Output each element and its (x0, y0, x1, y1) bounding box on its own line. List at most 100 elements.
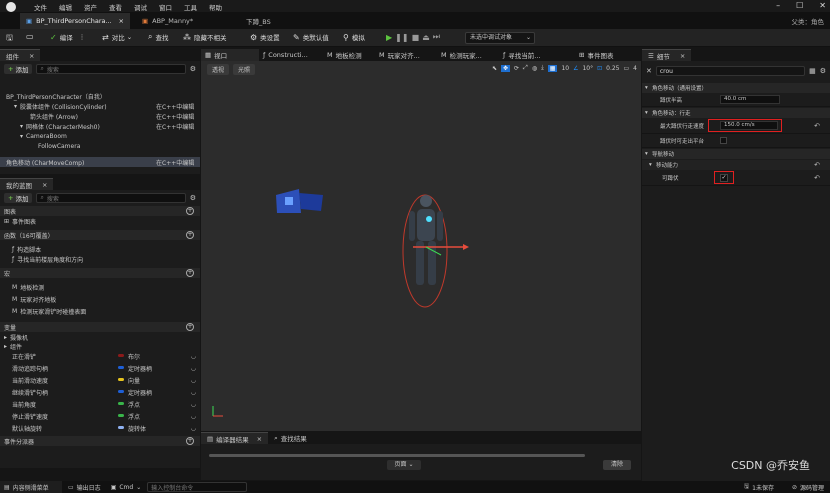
section-event-dispatchers[interactable]: 事件分派器 + (0, 436, 200, 446)
menu-view[interactable]: 查看 (109, 2, 122, 12)
tab-abp-manny[interactable]: ▣ ABP_Manny* (136, 13, 231, 29)
tab-bp-thirdperson[interactable]: ▣ BP_ThirdPersonChara... × (20, 13, 130, 29)
visibility-eye-icon[interactable]: ◡ (191, 365, 196, 372)
viewport[interactable]: 透视 光照 ⬉ ✥ ⟳ ⤢ ◍ ⤓ ▦ 10 ∠ 10° ⊡ 0.25 ▭ 4 (201, 61, 641, 431)
variable-row[interactable]: 继续滑铲句柄 定时器柄 ◡ (0, 386, 200, 398)
edit-in-cpp-link[interactable]: 在C++中编辑 (156, 102, 194, 111)
list-item-event-graph[interactable]: ⊞ 事件图表 (0, 216, 200, 226)
tree-item-cameraboom[interactable]: ▾ CameraBoom (0, 131, 200, 141)
add-variable-icon[interactable]: + (186, 323, 194, 331)
tree-item-mesh[interactable]: ▾ 网格体 (CharacterMesh0) 在C++中编辑 (0, 121, 200, 131)
menu-asset[interactable]: 资产 (84, 2, 97, 12)
variable-row[interactable]: 滑动追踪句柄 定时器柄 ◡ (0, 362, 200, 374)
diff-button[interactable]: ⇄ 对比 ⌄ (102, 32, 132, 43)
variable-row[interactable]: 当前滑动速度 向量 ◡ (0, 374, 200, 386)
tab-find-results[interactable]: ⌕ 查找结果 (268, 433, 307, 444)
menu-file[interactable]: 文件 (34, 2, 47, 12)
tab-find-current[interactable]: ƒ 寻找当前... (503, 49, 541, 61)
results-scrollbar[interactable] (209, 454, 585, 457)
tree-item-root[interactable]: BP_ThirdPersonCharacter（自我） (0, 91, 200, 101)
close-icon[interactable]: × (29, 52, 34, 60)
class-settings-button[interactable]: ⚙ 类设置 (250, 32, 280, 43)
visibility-eye-icon[interactable]: ◡ (191, 413, 196, 420)
eject-icon[interactable]: ⏏ (422, 33, 430, 42)
section-walking[interactable]: ▾ 角色移动：行走 (642, 108, 830, 118)
list-item-function[interactable]: ƒ 构造脚本 (0, 244, 200, 254)
visibility-eye-icon[interactable]: ◡ (191, 377, 196, 384)
list-item-macro[interactable]: M 玩家对齐地板 (0, 294, 200, 304)
variable-row[interactable]: 默认轴旋转 旋转体 ◡ (0, 422, 200, 434)
unsaved-indicator[interactable]: 🖫 1未保存 (744, 482, 774, 492)
reset-to-default-icon[interactable]: ↶ (814, 174, 820, 182)
variable-row[interactable]: 停止滑铲速度 浮点 ◡ (0, 410, 200, 422)
section-variables[interactable]: 变量 + (0, 322, 200, 332)
close-window-icon[interactable]: ✕ (819, 1, 826, 10)
maximize-icon[interactable]: ☐ (796, 1, 803, 10)
gear-icon[interactable]: ⚙ (190, 194, 196, 202)
tree-item-arrow[interactable]: 箭头组件 (Arrow) 在C++中编辑 (0, 111, 200, 121)
menu-window[interactable]: 窗口 (159, 2, 172, 12)
minimize-icon[interactable]: – (776, 1, 780, 10)
menu-help[interactable]: 帮助 (209, 2, 222, 12)
tab-align-floor[interactable]: M 玩家对齐... (379, 49, 420, 61)
compile-button[interactable]: ✓ 编译 ⋮ (50, 32, 86, 43)
stop-icon[interactable]: ■ (412, 33, 420, 42)
list-item-macro[interactable]: M 检测玩家滑铲时碰撞表面 (0, 306, 200, 316)
class-defaults-button[interactable]: ✎ 类默认值 (293, 32, 329, 43)
can-crouch-checkbox[interactable]: ✓ (720, 174, 728, 182)
var-group-camera[interactable]: ▸ 摄像机 (0, 332, 200, 342)
menu-edit[interactable]: 编辑 (59, 2, 72, 12)
debug-object-select[interactable]: 未选中调试对象 ⌄ (465, 32, 535, 44)
section-movement-capabilities[interactable]: ▾ 移动能力 ↶ (642, 160, 830, 170)
add-graph-icon[interactable]: + (186, 207, 194, 215)
add-dispatcher-icon[interactable]: + (186, 437, 194, 445)
my-blueprint-search-input[interactable]: ⌕ 搜索 (36, 193, 186, 203)
cmd-dropdown[interactable]: ▣ Cmd ⌄ (101, 484, 142, 491)
close-icon[interactable]: × (680, 52, 685, 60)
menu-debug[interactable]: 调试 (134, 2, 147, 12)
tree-item-charmove-selected[interactable]: 角色移动 (CharMoveComp) 在C++中编辑 (0, 157, 200, 167)
tab-floor-check[interactable]: M 地板检测 (327, 49, 362, 61)
grid-view-icon[interactable]: ▦ (809, 67, 816, 75)
variable-row[interactable]: 正在滑铲 布尔 ◡ (0, 350, 200, 362)
console-input[interactable]: 输入控制台命令 (147, 482, 248, 492)
simulate-button[interactable]: ⚲ 模拟 (343, 32, 365, 43)
edit-in-cpp-link[interactable]: 在C++中编辑 (156, 158, 194, 167)
close-icon[interactable]: × (257, 435, 262, 443)
section-nav-movement[interactable]: ▾ 导航移动 (642, 149, 830, 159)
reset-to-default-icon[interactable]: ↶ (814, 122, 820, 130)
menu-tools[interactable]: 工具 (184, 2, 197, 12)
play-icon[interactable]: ▶ (386, 33, 392, 42)
tab-check-player[interactable]: M 检测玩家... (441, 49, 482, 61)
add-member-button[interactable]: + 添加 (4, 193, 33, 203)
close-tab-icon[interactable]: × (119, 17, 124, 25)
more-icon[interactable]: ⋮ (79, 33, 86, 41)
edit-in-cpp-link[interactable]: 在C++中编辑 (156, 122, 194, 131)
crouched-half-height-input[interactable]: 40.0 cm (720, 95, 780, 104)
add-component-button[interactable]: + 添加 (4, 64, 33, 74)
page-dropdown[interactable]: 页面 ⌄ (387, 460, 421, 470)
source-control-button[interactable]: ⊘ 源码管理 (792, 483, 824, 492)
section-general[interactable]: ▾ 角色移动（通用设置） (642, 83, 830, 93)
tab-compiler-results[interactable]: ▤ 编译器结果 × (201, 432, 269, 444)
tab-crouch-bs[interactable]: 下蹲_BS (240, 13, 300, 29)
tree-item-capsule[interactable]: ▾ 胶囊体组件 (CollisionCylinder) 在C++中编辑 (0, 101, 200, 111)
visibility-eye-icon[interactable]: ◡ (191, 353, 196, 360)
gear-icon[interactable]: ⚙ (190, 65, 196, 73)
find-button[interactable]: ⌕ 查找 (148, 32, 168, 42)
var-group-components[interactable]: ▸ 组件 (0, 342, 200, 351)
hide-unrelated-button[interactable]: ⁂ 隐藏不相关 (183, 32, 227, 43)
content-drawer-button[interactable]: ▤ 内容侧滑菜单 (0, 481, 62, 493)
max-walk-speed-crouched-input[interactable]: 150.0 cm/s (720, 121, 778, 130)
list-item-macro[interactable]: M 地板检测 (0, 282, 200, 292)
tab-components[interactable]: 组件 × (0, 49, 41, 61)
browse-icon[interactable]: ▭ (26, 32, 37, 41)
visibility-eye-icon[interactable]: ◡ (191, 425, 196, 432)
tab-viewport[interactable]: ▦ 视口 (201, 49, 259, 61)
reset-to-default-icon[interactable]: ↶ (814, 161, 820, 169)
variable-row[interactable]: 当前角度 浮点 ◡ (0, 398, 200, 410)
details-search-input[interactable]: crou (655, 66, 806, 76)
save-icon[interactable]: 🖫 (6, 32, 16, 46)
tab-event-graph[interactable]: ⊞ 事件图表 (579, 49, 613, 61)
tab-my-blueprint[interactable]: 我的蓝图 × (0, 178, 54, 190)
